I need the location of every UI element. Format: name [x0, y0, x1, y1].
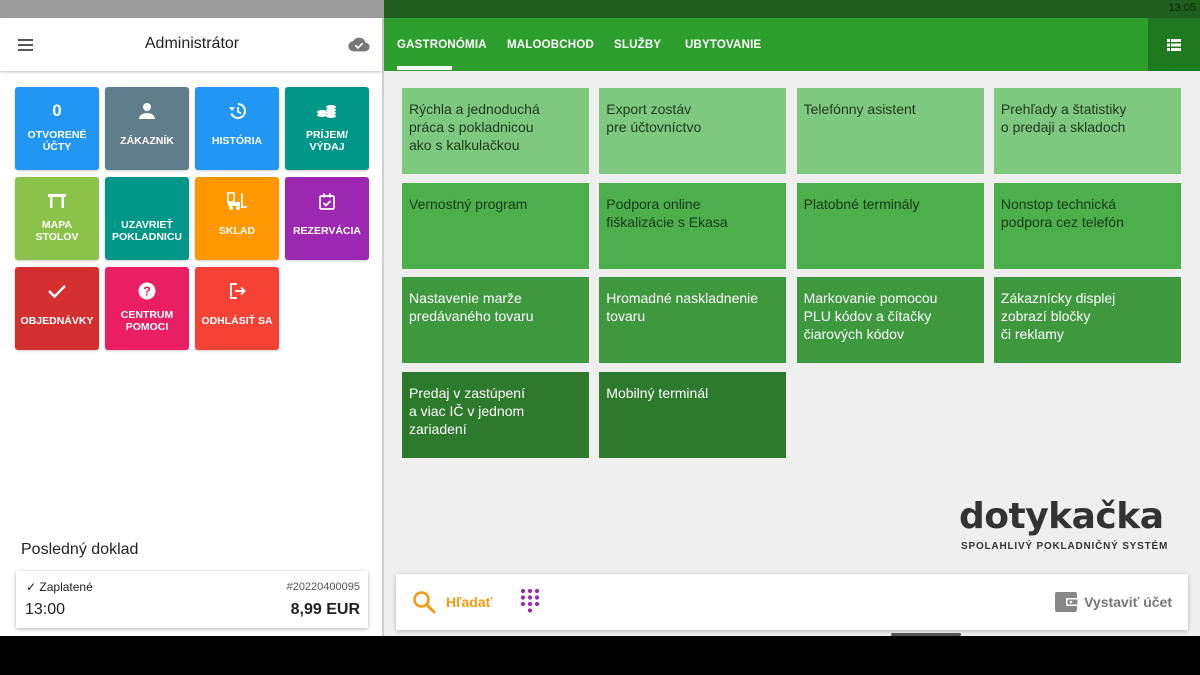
tile-otvorené-účty[interactable]: 0 OTVORENÉ ÚČTY — [15, 87, 99, 170]
main-content: Rýchla a jednoduchá práca s pokladnicou … — [384, 71, 1200, 636]
search-button[interactable]: Hľadať — [446, 594, 492, 610]
tile-label: OBJEDNÁVKY — [20, 315, 94, 327]
calendar-icon — [285, 191, 369, 211]
tile-label: CENTRUM POMOCI — [120, 309, 174, 333]
feature-card[interactable]: Podpora online fiškalizácie s Ekasa — [599, 182, 787, 269]
feature-card[interactable]: Nastavenie marže predávaného tovaru — [402, 277, 589, 363]
search-icon[interactable] — [412, 590, 436, 614]
tile-label: PRÍJEM/VÝDAJ — [305, 129, 348, 153]
tile-label: ZÁKAZNÍK — [120, 135, 174, 147]
history-icon — [195, 101, 279, 121]
tile-label: ODHLÁSIŤ SA — [201, 315, 273, 327]
feature-card[interactable]: Prehľady a štatistiky o predaji a sklado… — [993, 88, 1181, 174]
list-view-icon — [1167, 38, 1181, 51]
receipt-amount: 8,99 EUR — [290, 601, 360, 618]
feature-card[interactable]: Zákaznícky displej zobrazí bločky či rek… — [993, 277, 1181, 363]
help-icon: ? — [105, 281, 189, 301]
issue-bill-button[interactable]: Vystaviť účet — [1084, 594, 1172, 610]
tile-label: MAPA STOLOV — [35, 219, 79, 243]
tile-centrum-pomoci[interactable]: ? CENTRUM POMOCI — [105, 267, 189, 350]
feature-card[interactable]: Export zostáv pre účtovníctvo — [599, 88, 787, 174]
feature-card[interactable]: Markovanie pomocou PLU kódov a čítačky č… — [796, 277, 984, 363]
receipt-status: ✓ Zaplatené — [26, 580, 93, 594]
feature-card[interactable]: Hromadné naskladnenie tovaru — [599, 277, 787, 363]
svg-text:?: ? — [143, 284, 151, 299]
tile-label: OTVORENÉ ÚČTY — [27, 129, 87, 153]
receipt-status-label: Zaplatené — [39, 580, 93, 594]
feature-card[interactable]: Nonstop technická podpora cez telefón — [993, 182, 1181, 269]
feature-card[interactable]: Mobilný terminál — [599, 371, 787, 458]
logo-wordmark: dotykačka — [959, 496, 1164, 537]
status-bar-right: 13:05 — [384, 0, 1200, 18]
bottom-action-bar: Hľadať Vystaviť účet — [396, 574, 1188, 630]
tab-ubytovanie[interactable]: UBYTOVANIE — [685, 39, 761, 51]
status-clock: 13:05 — [1168, 2, 1196, 14]
tile-label: HISTÓRIA — [211, 135, 263, 147]
table-icon — [15, 191, 99, 211]
last-doc-title: Posledný doklad — [21, 541, 139, 558]
coins-icon — [285, 101, 369, 121]
tile-príjem-výdaj[interactable]: PRÍJEM/VÝDAJ — [285, 87, 369, 170]
receipt-time: 13:00 — [25, 601, 66, 618]
keypad-icon[interactable] — [520, 588, 540, 614]
logout-icon — [195, 281, 279, 301]
tile-sklad[interactable]: SKLAD — [195, 177, 279, 260]
left-panel: Administrátor 0 OTVORENÉ ÚČTY ZÁKAZNÍK HISTÓ… — [0, 18, 384, 636]
receipt-number: #20220400095 — [286, 581, 360, 593]
screen: 13:05 Administrátor 0 OTVORENÉ ÚČTY ZÁKAZNÍ… — [0, 0, 1200, 636]
dotykacka-logo: dotykačka SPOLAHLIVÝ POKLADNIČNÝ SYSTÉM — [959, 496, 1179, 552]
last-receipt-card[interactable]: ✓ Zaplatené #20220400095 13:00 8,99 EUR — [16, 571, 368, 628]
forklift-icon — [195, 191, 279, 211]
feature-card[interactable]: Rýchla a jednoduchá práca s pokladnicou … — [402, 88, 589, 174]
tile-label: REZERVÁCIA — [292, 225, 362, 237]
status-bar-left — [0, 0, 384, 18]
person-icon — [105, 101, 189, 121]
active-tab-indicator — [397, 66, 452, 70]
feature-card[interactable]: Telefónny asistent — [796, 88, 984, 174]
check-icon — [15, 281, 99, 301]
tile-mapa-stolov[interactable]: MAPA STOLOV — [15, 177, 99, 260]
tab-gastronomia[interactable]: GASTRONÓMIA — [397, 39, 487, 51]
list-view-button[interactable] — [1148, 18, 1200, 71]
tile-uzavrieť-pokladnicu[interactable]: UZAVRIEŤ POKLADNICU — [105, 177, 189, 260]
register-icon — [105, 191, 189, 211]
tile-objednávky[interactable]: OBJEDNÁVKY — [15, 267, 99, 350]
tab-sluzby[interactable]: SLUŽBY — [614, 39, 661, 51]
tile-história[interactable]: HISTÓRIA — [195, 87, 279, 170]
open-count: 0 — [52, 101, 62, 120]
tile-zákazník[interactable]: ZÁKAZNÍK — [105, 87, 189, 170]
user-title: Administrátor — [144, 35, 240, 52]
home-indicator — [891, 633, 961, 636]
tile-rezervácia[interactable]: REZERVÁCIA — [285, 177, 369, 260]
logo-tagline: SPOLAHLIVÝ POKLADNIČNÝ SYSTÉM — [961, 541, 1169, 552]
cloud-sync-icon[interactable] — [348, 36, 370, 52]
feature-card[interactable]: Platobné terminály — [796, 182, 984, 269]
tab-maloobchod[interactable]: MALOOBCHOD — [507, 39, 594, 51]
wallet-icon[interactable] — [1054, 590, 1080, 614]
feature-card[interactable]: Predaj v zastúpení a viac IČ v jednom za… — [402, 371, 589, 458]
left-header: Administrátor — [0, 18, 382, 71]
category-tabbar: GASTRONÓMIA MALOOBCHOD SLUŽBY UBYTOVANIE — [384, 18, 1200, 71]
tile-label: SKLAD — [218, 225, 256, 237]
tile-odhlásiť-sa[interactable]: ODHLÁSIŤ SA — [195, 267, 279, 350]
feature-card[interactable]: Vernostný program — [402, 182, 589, 269]
tile-label: UZAVRIEŤ POKLADNICU — [112, 219, 182, 243]
